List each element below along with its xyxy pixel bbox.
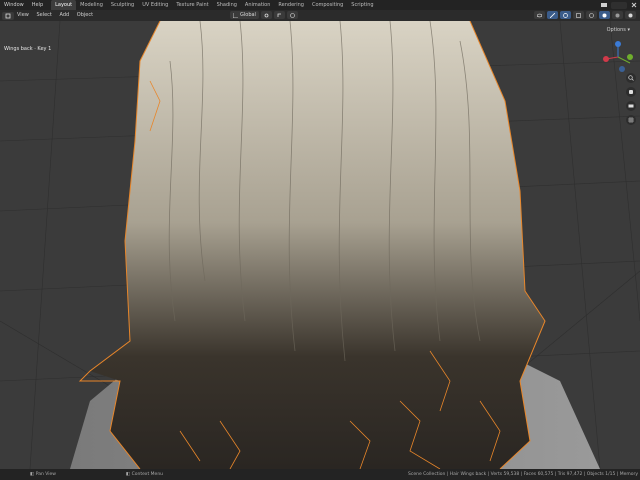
menu-object[interactable]: Object: [74, 12, 96, 18]
tab-compositing[interactable]: Compositing: [308, 0, 347, 10]
status-hint-pan: ◧ Pan View: [30, 472, 56, 477]
status-hint-context: ◧ Context Menu: [125, 472, 164, 477]
hand-pan-icon: [629, 90, 633, 94]
snap-icon: [277, 13, 281, 17]
menu-add[interactable]: Add: [57, 12, 73, 18]
tab-scripting[interactable]: Scripting: [347, 0, 377, 10]
viewport-view-name: Wings back · Key 1: [4, 46, 52, 52]
gizmo-toggle[interactable]: [547, 11, 558, 19]
rendered-shading-button[interactable]: [625, 11, 636, 19]
status-hints: ◧ Pan View ◧ Context Menu: [0, 472, 163, 477]
camera-view-button[interactable]: [626, 101, 636, 111]
tab-uv-editing[interactable]: UV Editing: [138, 0, 172, 10]
material-shading-button[interactable]: [612, 11, 623, 19]
tab-animation[interactable]: Animation: [241, 0, 275, 10]
object-mode-icon: [5, 13, 11, 18]
status-bar: ◧ Pan View ◧ Context Menu Scene Collecti…: [0, 469, 640, 480]
menu-help[interactable]: Help: [28, 0, 47, 10]
visibility-button[interactable]: [534, 11, 545, 19]
menu-view[interactable]: View: [14, 12, 32, 18]
viewport-header: View Select Add Object Global: [0, 10, 640, 21]
status-hint-pan-label: Pan View: [35, 472, 56, 477]
material-shading-icon: [615, 13, 620, 17]
options-label: Options: [606, 27, 626, 33]
visibility-icon: [537, 13, 542, 17]
proportional-edit-icon: [290, 12, 295, 18]
scene-field[interactable]: [611, 1, 627, 9]
menu-window[interactable]: Window: [0, 0, 28, 10]
grid-view-button[interactable]: [626, 115, 636, 125]
wireframe-shading-icon: [589, 12, 594, 18]
tab-sculpting[interactable]: Sculpting: [107, 0, 138, 10]
overlay-icon: [563, 12, 568, 18]
camera-view-icon: [628, 104, 634, 108]
grid-icon: [628, 117, 634, 123]
snap-button[interactable]: [273, 11, 285, 19]
tab-modeling[interactable]: Modeling: [76, 0, 107, 10]
solid-shading-button[interactable]: [599, 11, 610, 19]
gizmo-neg-z-axis: [619, 66, 625, 72]
hair-mesh: [90, 21, 545, 469]
close-icon[interactable]: [630, 1, 638, 9]
gizmo-x-axis: [603, 56, 609, 62]
main-menu: Window Help: [0, 0, 47, 10]
menu-select[interactable]: Select: [33, 12, 54, 18]
overlay-toggle[interactable]: [560, 11, 571, 19]
top-menu-bar: Window Help Layout Modeling Sculpting UV…: [0, 0, 640, 10]
tab-layout[interactable]: Layout: [51, 0, 77, 10]
zoom-button[interactable]: [626, 73, 636, 83]
shading-controls: [534, 11, 636, 19]
options-dropdown[interactable]: Options ▾: [607, 27, 630, 33]
proportional-edit-button[interactable]: [286, 11, 298, 19]
transform-orientation-label: Global: [240, 12, 256, 18]
zoom-icon: [628, 75, 634, 81]
pivot-button[interactable]: [260, 11, 272, 19]
3d-viewport[interactable]: Wings back · Key 1 Options ▾: [0, 21, 640, 469]
gizmo-y-axis: [627, 54, 633, 60]
editor-type-button[interactable]: [2, 11, 14, 20]
rendered-shading-icon: [628, 13, 633, 17]
gizmo-z-axis: [615, 41, 621, 47]
transform-orientation-dropdown[interactable]: Global: [230, 11, 259, 19]
transform-tools: Global: [230, 11, 298, 19]
wireframe-shading-button[interactable]: [586, 11, 597, 19]
scene-statistics: Scene Collection | Hair Wings back | Ver…: [408, 472, 638, 477]
tab-shading[interactable]: Shading: [213, 0, 241, 10]
pan-button[interactable]: [626, 87, 636, 97]
gizmo-icon: [550, 12, 555, 18]
xray-icon: [576, 12, 581, 18]
axis-icon: [233, 12, 238, 18]
navigation-gizmo[interactable]: [600, 39, 636, 75]
pivot-icon: [264, 13, 269, 17]
workspace-tabs: Layout Modeling Sculpting UV Editing Tex…: [51, 0, 377, 10]
scene-selector: [600, 1, 638, 9]
camera-icon[interactable]: [600, 1, 608, 9]
tab-texture-paint[interactable]: Texture Paint: [172, 0, 212, 10]
viewport-scene: [0, 21, 640, 469]
solid-shading-icon: [602, 13, 607, 17]
tab-rendering[interactable]: Rendering: [274, 0, 308, 10]
xray-toggle[interactable]: [573, 11, 584, 19]
status-hint-context-label: Context Menu: [131, 472, 164, 477]
viewport-menu: View Select Add Object: [14, 10, 96, 21]
